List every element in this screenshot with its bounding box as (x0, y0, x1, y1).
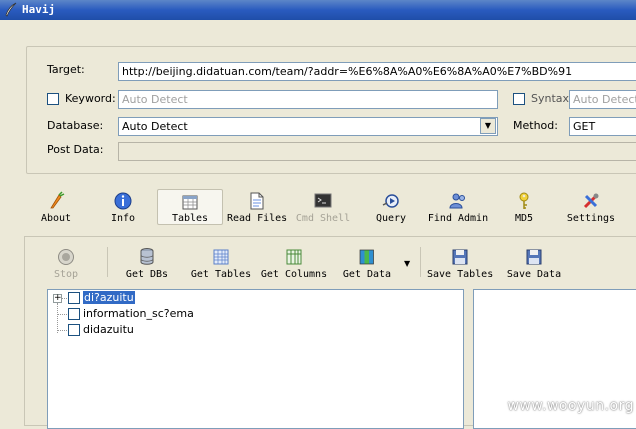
syntax-label: Syntax: (531, 92, 573, 105)
toolbar-separator (107, 247, 108, 277)
stop-button[interactable]: Stop (50, 247, 82, 287)
query-icon (382, 194, 399, 208)
get-dbs-label: Get DBs (125, 269, 169, 280)
cmd-shell-label: Cmd Shell (295, 213, 351, 224)
info-icon (114, 192, 132, 210)
table-icon (182, 195, 198, 210)
stop-label: Stop (53, 269, 79, 280)
carrot-icon (50, 191, 65, 209)
read-files-label: Read Files (227, 213, 288, 224)
get-data-label: Get Data (342, 269, 392, 280)
settings-label: Settings (566, 213, 616, 224)
syntax-checkbox[interactable] (513, 93, 525, 105)
terminal-icon (314, 193, 332, 208)
floppy-disk-icon (526, 249, 542, 265)
tree-item-checkbox[interactable] (68, 324, 80, 336)
info-button[interactable]: Info (106, 191, 140, 231)
target-label: Target: (47, 63, 85, 76)
find-admin-label: Find Admin (427, 213, 489, 224)
md5-label: MD5 (514, 213, 534, 224)
method-label: Method: (513, 119, 558, 132)
tables-label: Tables (171, 213, 209, 224)
save-data-label: Save Data (506, 269, 562, 280)
stop-icon (58, 249, 74, 265)
keyword-checkbox[interactable] (47, 93, 59, 105)
tree-item-label: information_sc?ema (83, 307, 194, 320)
database-select[interactable]: Auto Detect (118, 117, 498, 136)
chevron-down-icon[interactable]: ▼ (480, 118, 496, 134)
get-data-button[interactable]: Get Data (341, 247, 393, 287)
tree-connector (62, 298, 67, 299)
grid-icon (213, 249, 229, 265)
read-files-button[interactable]: Read Files (227, 191, 287, 231)
target-input[interactable]: http://beijing.didatuan.com/team/?addr=%… (118, 62, 636, 81)
get-dbs-button[interactable]: Get DBs (124, 247, 170, 287)
watermark-text: www.wooyun.org (507, 398, 634, 414)
cmd-shell-button[interactable]: Cmd Shell (295, 191, 351, 231)
postdata-label: Post Data: (47, 143, 104, 156)
feather-pen-icon (5, 2, 17, 17)
database-icon (140, 248, 154, 265)
save-data-button[interactable]: Save Data (506, 247, 562, 287)
keyword-input[interactable]: Auto Detect (118, 90, 498, 109)
save-tables-label: Save Tables (427, 269, 494, 280)
tree-item-checkbox[interactable] (68, 308, 80, 320)
tree-connector (57, 314, 67, 315)
get-tables-button[interactable]: Get Tables (190, 247, 252, 287)
info-label: Info (110, 213, 136, 224)
get-tables-label: Get Tables (190, 269, 252, 280)
database-label: Database: (47, 119, 104, 132)
keyword-label: Keyword: (65, 92, 116, 105)
key-icon (519, 192, 529, 209)
floppy-disk-icon (452, 249, 468, 265)
tools-icon (583, 193, 599, 209)
file-icon (250, 192, 264, 210)
tree-item-checkbox[interactable] (68, 292, 80, 304)
save-tables-button[interactable]: Save Tables (427, 247, 493, 287)
query-button[interactable]: Query (374, 191, 408, 231)
toolbar-separator (420, 247, 421, 277)
about-button[interactable]: About (38, 191, 74, 231)
find-admin-button[interactable]: Find Admin (427, 191, 489, 231)
expand-plus-icon[interactable]: + (53, 294, 62, 303)
database-tree[interactable]: + di?azuitu information_sc?ema didazuitu (47, 289, 464, 429)
tables-tab[interactable]: Tables (157, 189, 223, 225)
title-bar[interactable]: Havij (0, 0, 636, 20)
tree-item-label: di?azuitu (83, 291, 135, 304)
window-title: Havij (22, 3, 56, 16)
about-label: About (40, 213, 72, 224)
method-select[interactable]: GET (569, 117, 636, 136)
users-icon (449, 193, 465, 209)
tree-connector (57, 330, 67, 331)
postdata-input[interactable] (118, 142, 636, 161)
columns-icon (286, 249, 302, 265)
dropdown-arrow-icon[interactable]: ▼ (404, 259, 410, 268)
syntax-input[interactable]: Auto Detect (569, 90, 636, 109)
data-grid-icon (359, 249, 374, 265)
get-columns-label: Get Columns (260, 269, 328, 280)
md5-button[interactable]: MD5 (511, 191, 537, 231)
tree-item-label: didazuitu (83, 323, 134, 336)
get-columns-button[interactable]: Get Columns (260, 247, 328, 287)
settings-button[interactable]: Settings (566, 191, 616, 231)
tree-connector (57, 303, 58, 333)
query-label: Query (375, 213, 407, 224)
